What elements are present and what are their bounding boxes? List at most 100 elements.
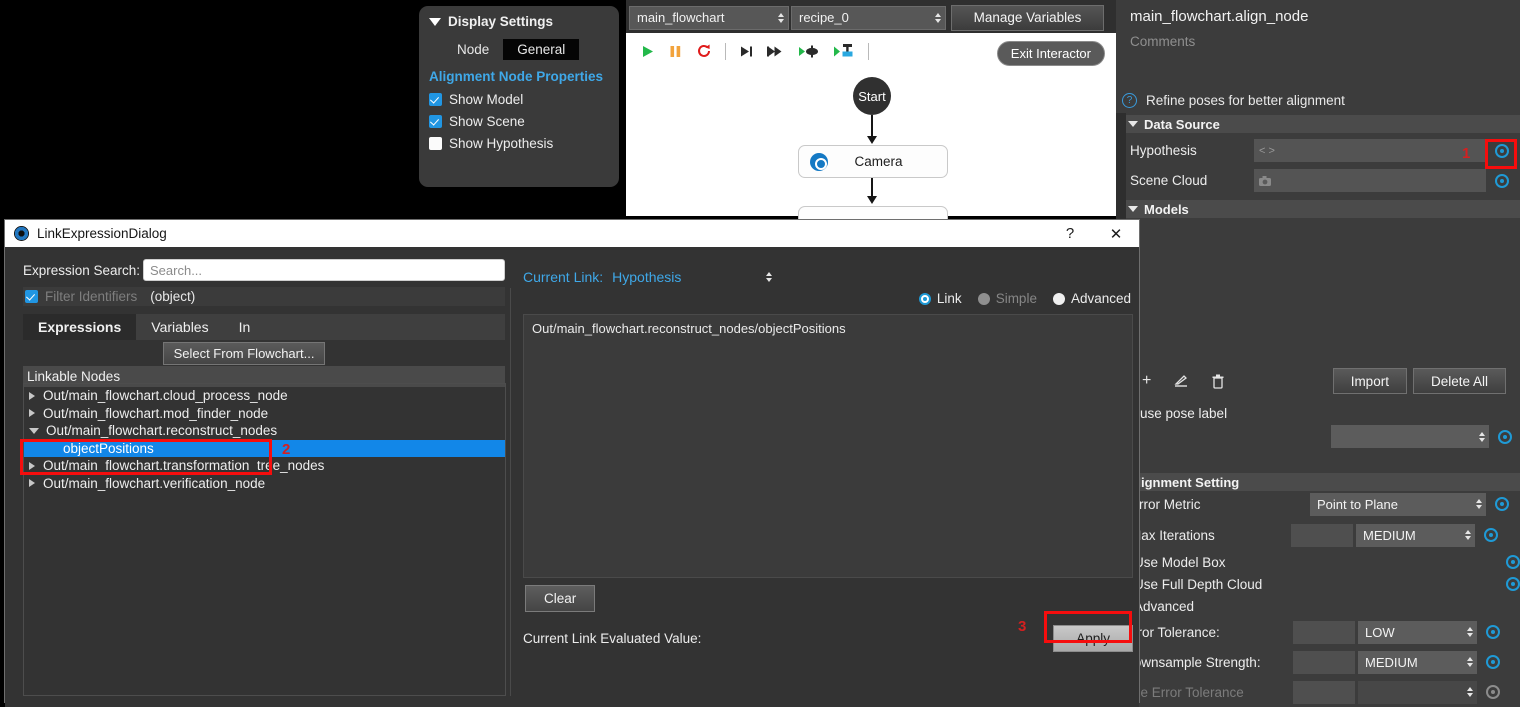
max-iterations-input[interactable]	[1291, 523, 1353, 547]
radio-advanced-label[interactable]: Advanced	[1071, 291, 1131, 306]
radio-simple-icon	[977, 292, 990, 305]
hypothesis-field[interactable]: < >	[1254, 139, 1486, 162]
tab-variables[interactable]: Variables	[136, 314, 223, 340]
link-use-model-box-icon[interactable]	[1506, 555, 1520, 569]
radio-link-label[interactable]: Link	[937, 291, 962, 306]
row-use-error-tolerance-label: Use Error Tolerance	[1124, 684, 1244, 700]
spinner-icon	[1467, 687, 1473, 697]
comments-field[interactable]: Comments	[1116, 25, 1520, 49]
checkbox-on-icon[interactable]	[25, 290, 38, 303]
apply-button[interactable]: Apply	[1053, 624, 1133, 652]
flowchart-canvas[interactable]: Exit Interactor Start Camera	[626, 33, 1116, 226]
spinner-icon	[935, 12, 941, 23]
row-downsample-strength-label: Downsample Strength:	[1124, 654, 1261, 670]
row-error-metric: Error Metric Point to Plane	[1116, 492, 1520, 516]
exit-interactor-button[interactable]: Exit Interactor	[996, 41, 1105, 66]
search-input[interactable]: Search...	[143, 259, 505, 281]
help-button[interactable]: ?	[1047, 225, 1093, 242]
edit-icon[interactable]	[1173, 373, 1189, 389]
current-link-value: Hypothesis	[612, 269, 682, 285]
downsample-strength-select[interactable]: MEDIUM	[1358, 650, 1477, 674]
reset-icon[interactable]	[696, 43, 712, 59]
link-hypothesis-icon[interactable]	[1495, 143, 1509, 158]
camera-small-icon	[1259, 175, 1271, 186]
chevron-down-icon	[1128, 121, 1138, 127]
run-to-breakpoint-icon[interactable]	[833, 43, 855, 60]
evaluated-value-label: Current Link Evaluated Value:	[523, 630, 702, 646]
current-link-row: Current Link: Hypothesis	[517, 259, 1139, 285]
close-icon[interactable]: ✕	[1093, 225, 1139, 243]
import-button[interactable]: Import	[1332, 368, 1407, 394]
annotation-number-3: 3	[1018, 618, 1027, 635]
row-hypothesis-label: Hypothesis	[1130, 143, 1197, 158]
checkbox-show-model[interactable]: Show Model	[429, 92, 609, 107]
tab-expressions[interactable]: Expressions	[23, 314, 137, 340]
link-pose-label-icon[interactable]	[1498, 429, 1512, 444]
recipe-select-value: recipe_0	[799, 10, 849, 25]
link-max-iterations-icon[interactable]	[1484, 528, 1498, 542]
tab-in[interactable]: In	[224, 314, 266, 340]
display-settings-title[interactable]: Display Settings	[429, 14, 609, 29]
node-hint: ? Refine poses for better alignment	[1116, 93, 1520, 108]
checkbox-show-scene[interactable]: Show Scene	[429, 114, 609, 129]
downsample-strength-input[interactable]	[1293, 650, 1355, 674]
error-tolerance-select[interactable]: LOW	[1358, 620, 1477, 644]
section-alignment-setting-label: Alignment Setting	[1128, 474, 1240, 490]
spinner-icon	[1465, 530, 1471, 540]
step-over-icon[interactable]	[767, 44, 785, 59]
pose-label-select[interactable]	[1331, 425, 1489, 448]
row-max-iterations-label: Max Iterations	[1130, 527, 1215, 543]
manage-variables-button[interactable]: Manage Variables	[951, 4, 1104, 31]
pause-icon[interactable]	[668, 44, 683, 59]
error-metric-select[interactable]: Point to Plane	[1310, 492, 1486, 516]
select-from-flowchart-button[interactable]: Select From Flowchart...	[162, 341, 326, 365]
row-error-tolerance: Error Tolerance: LOW	[1116, 620, 1520, 644]
error-tolerance-input[interactable]	[1293, 620, 1355, 644]
tab-general[interactable]: General	[503, 39, 580, 60]
section-data-source[interactable]: Data Source	[1122, 115, 1520, 133]
annotation-number-2: 2	[282, 441, 291, 458]
row-downsample-strength: Downsample Strength: MEDIUM	[1116, 650, 1520, 674]
page-title: main_flowchart.align_node	[1130, 8, 1309, 25]
section-models[interactable]: Models	[1122, 200, 1520, 218]
play-icon[interactable]	[640, 44, 655, 59]
row-hypothesis: Hypothesis < >	[1116, 138, 1520, 163]
spinner-icon[interactable]	[766, 272, 773, 282]
link-error-metric-icon[interactable]	[1495, 497, 1509, 511]
annotation-number-1: 1	[1462, 145, 1471, 162]
models-action-row: + Import Delete All	[1116, 366, 1520, 396]
help-icon[interactable]: ?	[1122, 93, 1137, 108]
flowchart-node-camera[interactable]: Camera	[798, 145, 948, 178]
use-error-tolerance-input[interactable]	[1293, 680, 1355, 704]
link-error-tolerance-icon[interactable]	[1486, 625, 1500, 639]
row-use-model-box: Use Model Box	[1116, 552, 1520, 572]
step-into-icon[interactable]	[739, 44, 754, 59]
dialog-titlebar[interactable]: LinkExpressionDialog ? ✕	[5, 220, 1139, 247]
section-alignment-setting[interactable]: Alignment Setting	[1122, 473, 1520, 491]
expression-editor[interactable]: Out/main_flowchart.reconstruct_nodes/obj…	[523, 314, 1133, 578]
max-iterations-select[interactable]: MEDIUM	[1356, 523, 1475, 547]
recipe-select[interactable]: recipe_0	[791, 5, 946, 30]
node-hint-label: Refine poses for better alignment	[1146, 93, 1345, 108]
clear-button[interactable]: Clear	[525, 585, 596, 612]
flowchart-node-start[interactable]: Start	[853, 77, 891, 115]
filter-identifiers-row: Filter Identifiers (object)	[23, 287, 505, 306]
radio-advanced-icon[interactable]	[1052, 292, 1065, 305]
tab-node[interactable]: Node	[443, 39, 503, 60]
use-error-tolerance-select[interactable]	[1358, 680, 1477, 704]
link-scene-cloud-icon[interactable]	[1495, 173, 1509, 188]
delete-all-button[interactable]: Delete All	[1412, 368, 1506, 394]
radio-link-icon[interactable]	[918, 292, 931, 305]
link-use-error-tolerance-icon[interactable]	[1486, 685, 1500, 699]
checkbox-show-hypothesis[interactable]: Show Hypothesis	[429, 136, 609, 151]
run-to-node-icon[interactable]	[798, 44, 820, 59]
trash-icon[interactable]	[1211, 373, 1225, 389]
flowchart-select-value: main_flowchart	[637, 10, 725, 25]
flowchart-select[interactable]: main_flowchart	[629, 5, 789, 30]
scene-cloud-field[interactable]	[1254, 169, 1486, 192]
add-icon[interactable]: +	[1142, 372, 1151, 390]
link-downsample-strength-icon[interactable]	[1486, 655, 1500, 669]
link-use-full-depth-cloud-icon[interactable]	[1506, 577, 1520, 591]
chevron-down-icon	[1128, 206, 1138, 212]
dialog-divider	[510, 288, 511, 696]
